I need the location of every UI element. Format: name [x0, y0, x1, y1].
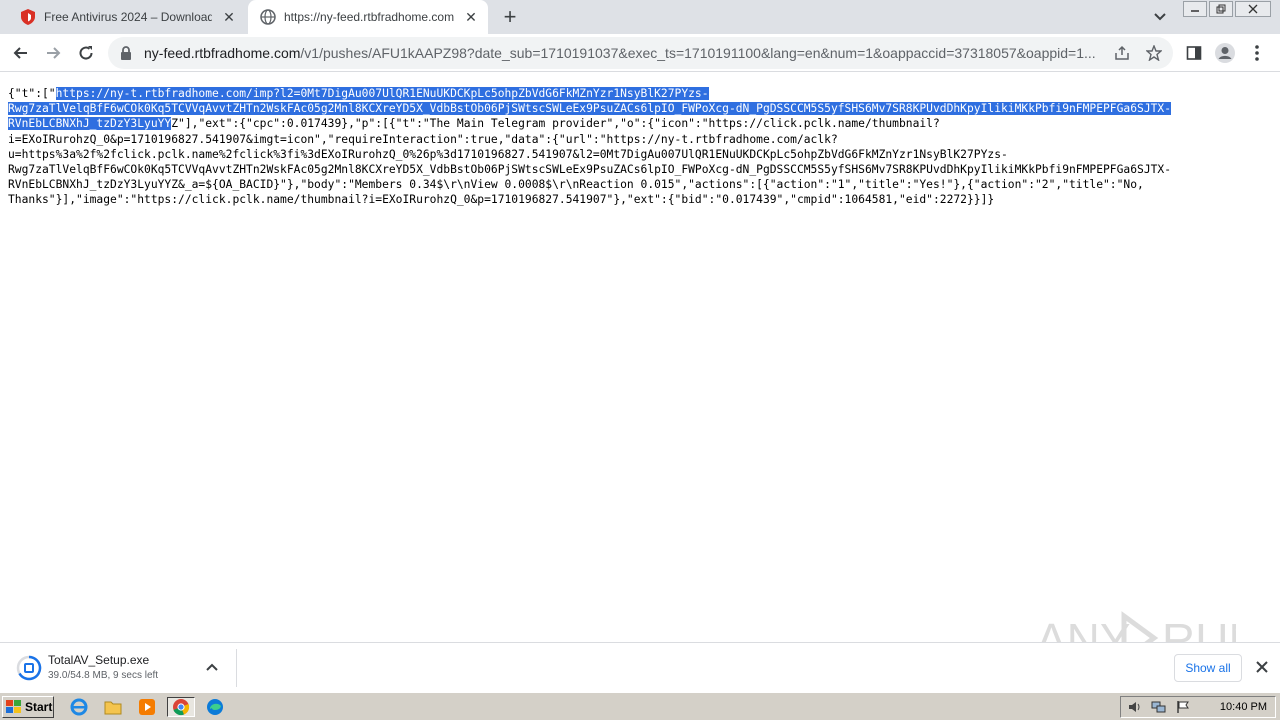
reload-button[interactable] [73, 40, 99, 66]
json-line: Rwg7zaTlVelqBfF6wCOk0Kq5TCVVqAvvtZHTn2Ws… [8, 101, 1218, 116]
download-item[interactable]: TotalAV_Setup.exe 39.0/54.8 MB, 9 secs l… [10, 651, 228, 685]
arrow-right-icon [47, 47, 61, 59]
clock[interactable]: 10:40 PM [1220, 701, 1267, 713]
browser-toolbar: ny-feed.rtbfradhome.com/v1/pushes/AFU1kA… [0, 34, 1280, 72]
json-line: {"t":["https://ny-t.rtbfradhome.com/imp?… [8, 86, 1218, 101]
restore-button[interactable] [1209, 1, 1233, 17]
back-button[interactable] [8, 40, 34, 66]
json-line: RVnEbLCBNXhJ_tzDzY3LyuYYZ&_a=${OA_BACID}… [8, 178, 1144, 192]
download-status: 39.0/54.8 MB, 9 secs left [48, 670, 159, 681]
minimize-button[interactable] [1183, 1, 1207, 17]
kebab-menu-icon[interactable] [1244, 40, 1270, 66]
edge-icon[interactable] [204, 697, 226, 717]
tab-strip: Free Antivirus 2024 – Download Free ✕ ht… [0, 0, 1280, 34]
share-icon[interactable] [1109, 40, 1135, 66]
selected-text[interactable]: https://ny-t.rtbfradhome.com/imp?l2=0Mt7… [55, 87, 709, 100]
windows-flag-icon [6, 700, 22, 714]
lock-icon[interactable] [120, 46, 134, 60]
profile-avatar-icon[interactable] [1212, 40, 1238, 66]
chevron-down-icon[interactable] [1150, 8, 1170, 26]
json-line: Rwg7zaTlVelqBfF6wCOk0Kq5TCVVqAvvtZHTn2Ws… [8, 163, 1172, 177]
selected-text[interactable]: Rwg7zaTlVelqBfF6wCOk0Kq5TCVVqAvvtZHTn2Ws… [8, 102, 1172, 116]
tab-close-icon[interactable]: ✕ [462, 8, 480, 26]
flag-icon[interactable] [1173, 698, 1193, 716]
new-tab-button[interactable]: + [498, 6, 522, 30]
tab-antivirus[interactable]: Free Antivirus 2024 – Download Free ✕ [8, 0, 246, 34]
system-tray: 10:40 PM [1120, 696, 1276, 718]
show-all-button[interactable]: Show all [1174, 654, 1242, 682]
tab-title: Free Antivirus 2024 – Download Free [44, 10, 212, 24]
url-host: ny-feed.rtbfradhome.com [144, 45, 301, 61]
download-progress-icon [16, 655, 42, 681]
json-line: Thanks"}],"image":"https://click.pclk.na… [8, 193, 995, 207]
forward-button[interactable] [40, 40, 66, 66]
bookmark-star-icon[interactable] [1141, 40, 1167, 66]
json-text: Z"],"ext":{"cpc":0.017439},"p":[{"t":"Th… [171, 117, 940, 131]
internet-explorer-icon[interactable] [68, 697, 90, 717]
json-line: RVnEbLCBNXhJ_tzDzY3LyuYYZ"],"ext":{"cpc"… [8, 116, 1218, 131]
arrow-left-icon [13, 47, 27, 59]
divider [236, 649, 237, 687]
network-icon[interactable] [1149, 698, 1169, 716]
close-icon[interactable] [1253, 658, 1271, 676]
selected-text[interactable]: RVnEbLCBNXhJ_tzDzY3LyuYY [8, 117, 172, 131]
url-path: /v1/pushes/AFU1kAAPZ98?date_sub=17101910… [300, 45, 1096, 61]
download-bar: TotalAV_Setup.exe 39.0/54.8 MB, 9 secs l… [0, 642, 1280, 692]
side-panel-icon[interactable] [1181, 40, 1207, 66]
json-line: i=EXoIRurohzQ_0&p=1710196827.541907&imgt… [8, 132, 838, 146]
json-text: {"t":[" [8, 87, 56, 100]
start-button[interactable]: Start [2, 696, 54, 718]
start-label: Start [25, 700, 53, 714]
json-response-text[interactable]: {"t":["https://ny-t.rtbfradhome.com/imp?… [8, 86, 1218, 208]
address-bar[interactable]: ny-feed.rtbfradhome.com/v1/pushes/AFU1kA… [108, 37, 1173, 69]
json-line: u=https%3a%2f%2fclick.pclk.name%2fclick%… [8, 147, 1008, 161]
reload-icon [79, 46, 93, 60]
volume-icon[interactable] [1125, 698, 1145, 716]
windows-taskbar: Start 10:40 PM [0, 692, 1280, 720]
close-window-button[interactable] [1235, 1, 1271, 17]
tab-title: https://ny-feed.rtbfradhome.com/v1 [284, 10, 454, 24]
tab-close-icon[interactable]: ✕ [220, 8, 238, 26]
download-filename: TotalAV_Setup.exe [48, 653, 150, 667]
media-player-icon[interactable] [136, 697, 158, 717]
folder-icon[interactable] [102, 697, 124, 717]
shield-icon [20, 9, 36, 25]
url-text[interactable]: ny-feed.rtbfradhome.com/v1/pushes/AFU1kA… [144, 45, 1109, 61]
globe-icon [260, 9, 276, 25]
tab-current[interactable]: https://ny-feed.rtbfradhome.com/v1 ✕ [248, 0, 488, 34]
chrome-taskbar-icon[interactable] [167, 697, 195, 717]
chevron-up-icon[interactable] [204, 659, 220, 675]
